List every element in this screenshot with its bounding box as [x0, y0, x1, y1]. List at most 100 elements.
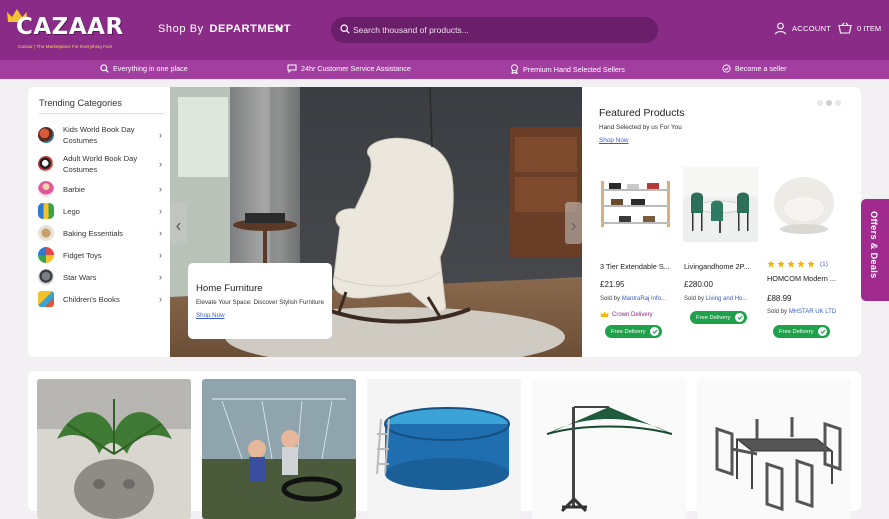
offers-deals-tab[interactable]: Offers & Deals — [861, 199, 889, 301]
become-seller-link[interactable]: Become a seller — [722, 64, 787, 73]
chat-icon — [287, 64, 297, 73]
category-item[interactable]: Barbie › — [38, 178, 164, 200]
category-item[interactable]: Kids World Book Day Costumes › — [38, 124, 164, 146]
cart-label: 0 ITEM — [857, 23, 882, 33]
free-delivery-label: Free Delivery — [611, 328, 646, 335]
category-item[interactable]: Baking Essentials › — [38, 222, 164, 244]
chevron-right-icon — [571, 222, 576, 231]
product-price: £21.95 — [600, 280, 625, 289]
category-label: Kids World Book Day Costumes — [63, 125, 135, 145]
product-name[interactable]: 3 Tier Extendable S... — [600, 262, 680, 271]
free-delivery-label: Free Delivery — [696, 314, 731, 321]
sold-by-label: Sold by — [684, 296, 705, 302]
category-thumb — [38, 181, 54, 197]
featured-subtitle: Hand Selected by us For You — [599, 124, 682, 131]
hero-banner[interactable]: Home Furniture Elevate Your Space: Disco… — [170, 87, 582, 357]
featured-title: Featured Products — [599, 108, 685, 119]
category-item[interactable]: Adult World Book Day Costumes › — [38, 153, 164, 175]
usp-text: 24hr Customer Service Assistance — [301, 64, 411, 73]
product-tile[interactable] — [697, 379, 851, 519]
seller-link[interactable]: MantraRaj Info... — [622, 296, 666, 302]
category-thumb — [38, 247, 54, 263]
usp-item: Everything in one place — [100, 64, 188, 73]
product-tile[interactable] — [37, 379, 191, 519]
free-delivery-badge: Free Delivery — [773, 325, 831, 338]
seller-link[interactable]: MHSTAR UK LTD — [789, 309, 836, 315]
category-thumb — [38, 127, 54, 143]
product-tile[interactable] — [367, 379, 521, 519]
dining-set-image — [697, 379, 851, 519]
free-delivery-badge: Free Delivery — [605, 325, 663, 338]
category-item[interactable]: Fidget Toys › — [38, 244, 164, 266]
category-item[interactable]: Children's Books › — [38, 288, 164, 310]
chevron-right-icon: › — [159, 272, 162, 282]
check-circle-icon — [722, 64, 731, 73]
swimming-pool-image — [367, 379, 521, 519]
product-card[interactable]: Livingandhome 2P... £280.00 Sold by Livi… — [683, 167, 765, 337]
search-bar[interactable] — [331, 17, 658, 43]
carousel-dots — [817, 100, 841, 106]
category-thumb — [38, 225, 54, 241]
star-icon — [767, 260, 775, 268]
rating-count[interactable]: (1) — [820, 261, 828, 268]
product-tile[interactable] — [202, 379, 356, 519]
offers-deals-label: Offers & Deals — [869, 211, 879, 279]
hero-next-button[interactable] — [565, 202, 582, 244]
chevron-right-icon: › — [159, 228, 162, 238]
free-delivery-label: Free Delivery — [779, 328, 814, 335]
search-input[interactable] — [353, 21, 643, 39]
chevron-right-icon: › — [159, 206, 162, 216]
category-label: Adult World Book Day Costumes — [63, 154, 138, 174]
shop-by-label: Shop By — [158, 23, 204, 35]
hero-shop-now-link[interactable]: Shop Now — [196, 312, 225, 319]
category-item[interactable]: Lego › — [38, 200, 164, 222]
basket-icon — [838, 22, 852, 34]
product-name[interactable]: HOMCOM Modern ... — [767, 274, 847, 283]
carousel-dot[interactable] — [835, 100, 841, 106]
product-tile[interactable] — [532, 379, 686, 519]
category-thumb — [38, 203, 54, 219]
chevron-down-icon[interactable] — [274, 25, 284, 32]
seller-link[interactable]: Living and Ho... — [706, 296, 748, 302]
product-card[interactable]: (1) HOMCOM Modern ... £88.99 Sold by MHS… — [766, 167, 848, 338]
badge-icon — [511, 64, 518, 74]
product-seller: Sold by MantraRaj Info... — [600, 296, 666, 302]
water-sprinkler-image — [202, 379, 356, 519]
cazaar-logo[interactable]: CAZAAR Cazaar | The Marketplace For Ever… — [6, 8, 123, 54]
badge-label: Crown Delivery — [612, 311, 653, 318]
product-card[interactable]: 3 Tier Extendable S... £21.95 Sold by Ma… — [599, 167, 681, 338]
star-icon — [777, 260, 785, 268]
sold-by-label: Sold by — [600, 296, 621, 302]
chevron-right-icon: › — [159, 130, 162, 140]
hero-title: Home Furniture — [196, 283, 263, 294]
category-item[interactable]: Star Wars › — [38, 266, 164, 288]
check-icon — [652, 329, 658, 334]
header: CAZAAR Cazaar | The Marketplace For Ever… — [0, 0, 889, 60]
usp-text: Become a seller — [735, 64, 787, 73]
cart-link[interactable]: 0 ITEM — [838, 22, 881, 34]
category-label: Children's Books — [63, 294, 120, 304]
sold-by-label: Sold by — [767, 309, 788, 315]
chevron-right-icon: › — [159, 250, 162, 260]
carousel-dot[interactable] — [817, 100, 823, 106]
top-panel: Trending Categories Kids World Book Day … — [28, 87, 861, 357]
category-label: Barbie — [63, 184, 85, 194]
product-price: £280.00 — [684, 280, 713, 289]
search-icon — [100, 64, 109, 73]
chevron-right-icon: › — [159, 159, 162, 169]
carousel-dot[interactable] — [826, 100, 832, 106]
shoe-rack-image — [599, 167, 674, 242]
shop-by-department[interactable]: Shop By DEPARTMENT — [158, 23, 291, 35]
divider — [39, 113, 164, 114]
featured-shop-now-link[interactable]: Shop Now — [599, 137, 629, 144]
hero-card: Home Furniture Elevate Your Space: Disco… — [188, 263, 332, 339]
product-name[interactable]: Livingandhome 2P... — [684, 262, 764, 271]
crown-delivery-badge: Crown Delivery — [600, 311, 653, 318]
user-icon — [774, 22, 787, 35]
account-link[interactable]: ACCOUNT — [774, 22, 831, 35]
chevron-right-icon: › — [159, 184, 162, 194]
chevron-right-icon: › — [159, 294, 162, 304]
hero-prev-button[interactable] — [170, 202, 187, 244]
star-icon — [787, 260, 795, 268]
account-label: ACCOUNT — [792, 24, 832, 33]
